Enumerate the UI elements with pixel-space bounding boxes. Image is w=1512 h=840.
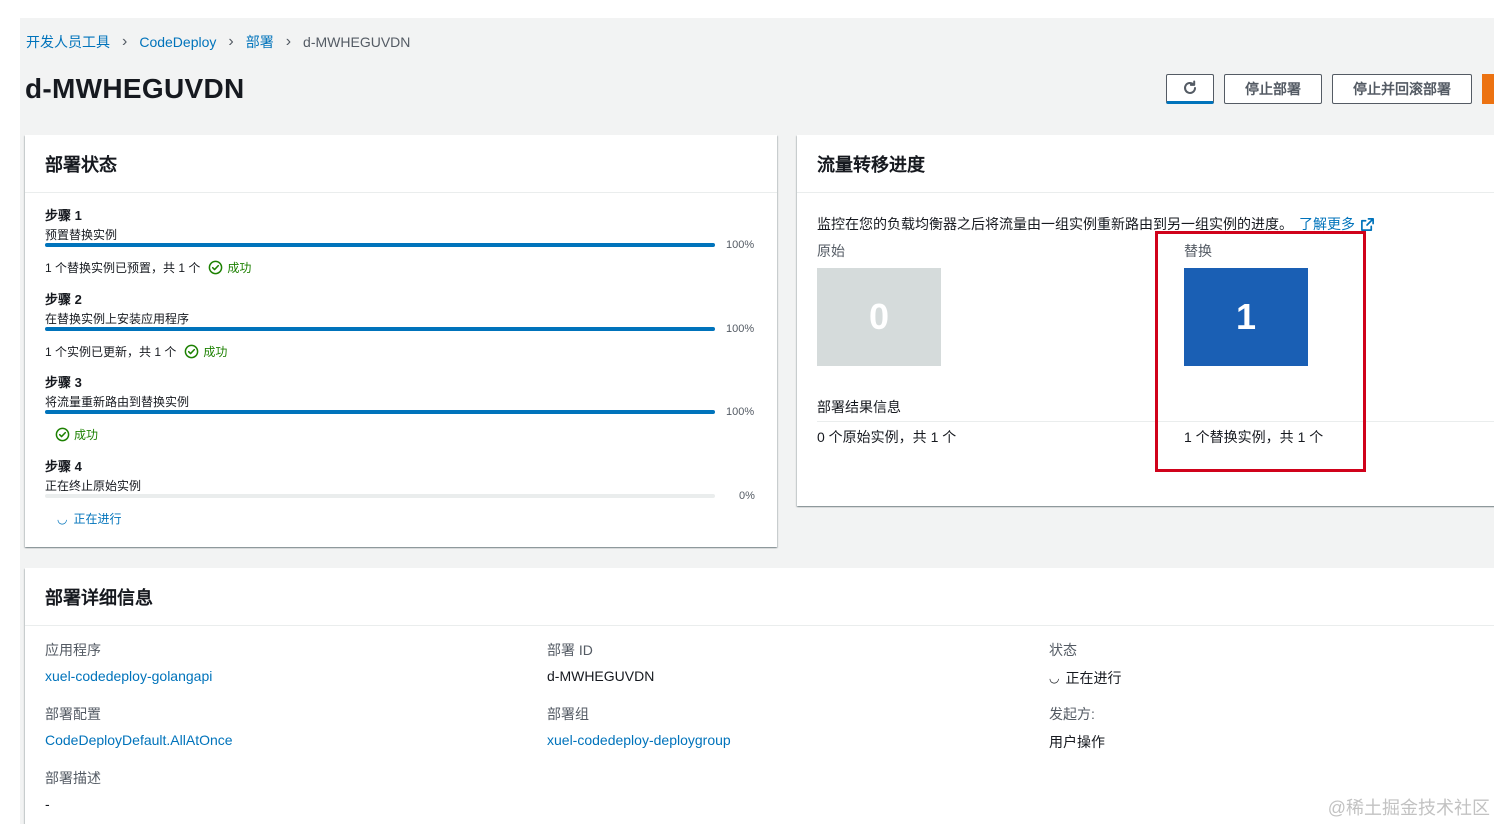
breadcrumb-current: d-MWHEGUVDN	[303, 34, 411, 50]
status-label: 状态	[1049, 642, 1077, 658]
step-desc: 将流量重新路由到替换实例	[45, 395, 190, 409]
progress-fill	[45, 327, 715, 331]
stop-deployment-button[interactable]: 停止部署	[1224, 74, 1322, 104]
deployment-id-field: 部署 ID d-MWHEGUVDN	[547, 640, 654, 684]
config-field: 部署配置 CodeDeployDefault.AllAtOnce	[45, 704, 233, 748]
chevron-right-icon: ›	[122, 33, 128, 50]
progress-fill	[45, 243, 715, 247]
progress-fill	[45, 410, 715, 414]
deployment-status-panel: 部署状态 步骤 1 预置替换实例 100% 1 个替换实例已预置，共 1 个 成…	[25, 135, 777, 547]
step-title: 步骤 4	[45, 459, 82, 474]
breadcrumb-devtools[interactable]: 开发人员工具	[26, 32, 110, 52]
step-note: ◡ 正在进行	[57, 510, 122, 527]
status-panel-title: 部署状态	[25, 135, 777, 193]
success-label: 成功	[203, 345, 228, 359]
step-1: 步骤 1 预置替换实例 100% 1 个替换实例已预置，共 1 个 成功	[45, 205, 760, 275]
success-badge: 成功	[184, 343, 227, 360]
deployment-details-panel: 部署详细信息 应用程序 xuel-codedeploy-golangapi 部署…	[25, 568, 1494, 824]
check-circle-icon	[185, 344, 199, 359]
step-desc: 正在终止原始实例	[45, 479, 142, 493]
traffic-shifting-panel: 流量转移进度 监控在您的负载均衡器之后将流量由一组实例重新路由到另一组实例的进度…	[797, 135, 1494, 506]
step-title: 步骤 1	[45, 208, 82, 223]
deployment-id-value: d-MWHEGUVDN	[547, 668, 655, 684]
traffic-panel-title: 流量转移进度	[797, 135, 1494, 193]
progress-bar	[45, 410, 715, 414]
chevron-right-icon: ›	[285, 33, 292, 50]
step-title: 步骤 3	[45, 375, 82, 390]
group-label: 部署组	[547, 706, 589, 722]
page-title: d-MWHEGUVDN	[25, 73, 245, 104]
status-field: 状态 ◡ 正在进行	[1049, 640, 1121, 688]
in-progress-badge: ◡ 正在进行	[57, 510, 122, 527]
spinner-icon: ◡	[1049, 671, 1060, 685]
step-2: 步骤 2 在替换实例上安装应用程序 100% 1 个实例已更新，共 1 个 成功	[45, 289, 760, 359]
description-field: 部署描述 -	[45, 768, 101, 812]
step-desc: 在替换实例上安装应用程序	[45, 312, 190, 326]
description-value: -	[45, 796, 50, 812]
success-badge: 成功	[208, 259, 251, 276]
group-link[interactable]: xuel-codedeploy-deploygroup	[547, 732, 731, 748]
in-progress-label: 正在进行	[73, 512, 122, 526]
highlight-box	[1155, 231, 1366, 472]
success-label: 成功	[227, 261, 252, 275]
config-label: 部署配置	[45, 706, 101, 722]
breadcrumb: 开发人员工具 › CodeDeploy › 部署 › d-MWHEGUVDN	[26, 32, 410, 52]
external-link-icon	[1361, 217, 1374, 231]
progress-bar	[45, 494, 715, 498]
progress-percent: 100%	[726, 239, 755, 251]
success-badge: 成功	[55, 426, 98, 443]
success-label: 成功	[74, 428, 99, 442]
step-title: 步骤 2	[45, 292, 82, 307]
refresh-button[interactable]	[1166, 74, 1214, 104]
step-note: 1 个实例已更新，共 1 个 成功	[45, 343, 227, 360]
step-desc: 预置替换实例	[45, 228, 118, 242]
primary-action-button[interactable]	[1482, 74, 1494, 104]
step-note-text: 1 个替换实例已预置，共 1 个	[45, 261, 201, 275]
result-info-title: 部署结果信息	[817, 399, 901, 415]
deployment-id-label: 部署 ID	[547, 642, 593, 658]
status-value-text: 正在进行	[1065, 670, 1122, 686]
step-4: 步骤 4 正在终止原始实例 0% ◡ 正在进行	[45, 456, 760, 526]
header-actions: 停止部署 停止并回滚部署	[1156, 74, 1494, 104]
status-value: ◡ 正在进行	[1049, 668, 1121, 688]
breadcrumb-deployments[interactable]: 部署	[246, 32, 274, 52]
check-circle-icon	[55, 427, 70, 442]
progress-percent: 0%	[739, 490, 755, 502]
description-label: 部署描述	[45, 770, 101, 786]
config-link[interactable]: CodeDeployDefault.AllAtOnce	[45, 732, 233, 748]
step-note: 1 个替换实例已预置，共 1 个 成功	[45, 259, 251, 276]
original-label: 原始	[817, 243, 845, 259]
progress-percent: 100%	[726, 406, 755, 418]
progress-percent: 100%	[726, 323, 755, 335]
step-note: 成功	[55, 426, 98, 443]
application-link[interactable]: xuel-codedeploy-golangapi	[45, 668, 212, 684]
stop-rollback-button[interactable]: 停止并回滚部署	[1332, 74, 1472, 104]
original-result: 0 个原始实例，共 1 个	[817, 429, 957, 445]
initiator-field: 发起方: 用户操作	[1049, 704, 1105, 752]
check-circle-icon	[209, 260, 223, 275]
original-instances-tile: 0	[817, 268, 941, 366]
chevron-right-icon: ›	[228, 33, 234, 50]
watermark: @稀土掘金技术社区	[1327, 798, 1490, 818]
group-field: 部署组 xuel-codedeploy-deploygroup	[547, 704, 731, 748]
breadcrumb-codedeploy[interactable]: CodeDeploy	[139, 34, 216, 50]
application-field: 应用程序 xuel-codedeploy-golangapi	[45, 640, 212, 684]
progress-bar	[45, 327, 715, 331]
progress-bar	[45, 243, 715, 247]
initiator-label: 发起方:	[1049, 706, 1095, 722]
step-note-text: 1 个实例已更新，共 1 个	[45, 345, 177, 359]
details-panel-title: 部署详细信息	[25, 568, 1494, 626]
step-3: 步骤 3 将流量重新路由到替换实例 100% 成功	[45, 372, 760, 442]
spinner-icon: ◡	[57, 511, 68, 526]
application-label: 应用程序	[45, 642, 101, 658]
initiator-value: 用户操作	[1049, 734, 1105, 750]
refresh-icon	[1184, 80, 1196, 94]
